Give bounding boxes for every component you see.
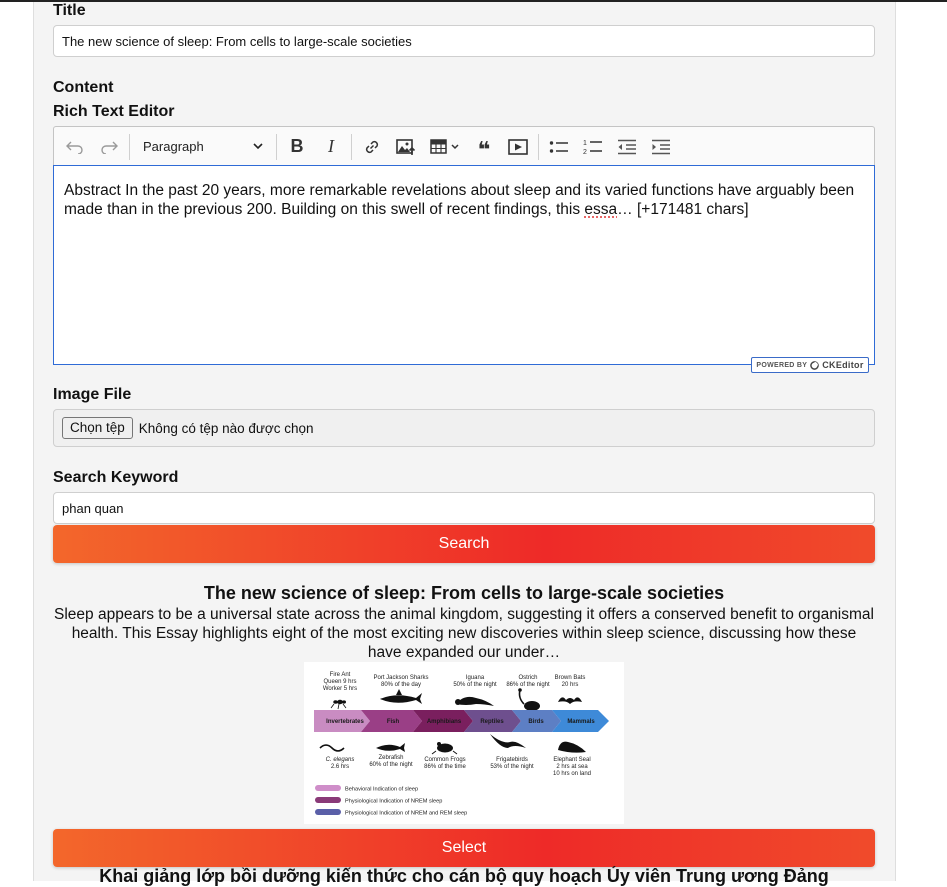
- search-keyword-label: Search Keyword: [53, 469, 179, 486]
- redo-icon[interactable]: [94, 132, 124, 162]
- sleep-evolution-figure: Fire Ant Queen 9 hrs Worker 5 hrs Port Jac…: [314, 672, 609, 817]
- ant-icon: [330, 699, 347, 710]
- image-file-input: Chọn tệp Không có tệp nào được chọn: [53, 409, 875, 447]
- arrow-label-birds: Birds: [528, 719, 544, 725]
- search-keyword-input[interactable]: phan quan: [53, 492, 875, 524]
- blockquote-icon[interactable]: ❝: [469, 132, 499, 162]
- bottom-label-c-elegans: C. elegans 2.6 hrs: [326, 757, 355, 770]
- file-status-text: Không có tệp nào được chọn: [138, 420, 314, 436]
- figure-legend: Behavioral Indication of sleep Physiolog…: [315, 785, 467, 817]
- ckeditor-brand-text: CKEditor: [822, 360, 864, 370]
- top-label-fire-ant: Fire Ant Queen 9 hrs Worker 5 hrs: [323, 672, 357, 692]
- ckeditor-powered-by-badge[interactable]: POWERED BY CKEditor: [751, 357, 869, 373]
- bottom-label-elephant-seal: Elephant Seal 2 hrs at sea 10 hrs on land: [553, 757, 591, 777]
- top-label-shark: Port Jackson Sharks 80% of the day: [373, 675, 428, 688]
- paragraph-format-select[interactable]: Paragraph: [135, 132, 271, 162]
- toolbar-separator: [276, 133, 277, 160]
- bulleted-list-icon[interactable]: [544, 132, 574, 162]
- iguana-icon: [455, 696, 494, 706]
- toolbar-separator: [538, 133, 539, 160]
- svg-text:1: 1: [583, 140, 587, 147]
- ckeditor-logo-icon: [810, 360, 820, 370]
- svg-text:2: 2: [583, 149, 587, 156]
- elephant-seal-icon: [558, 741, 586, 753]
- bat-icon: [558, 697, 582, 704]
- frigatebird-icon: [490, 734, 526, 748]
- title-input[interactable]: The new science of sleep: From cells to …: [53, 25, 875, 57]
- indent-icon[interactable]: [646, 132, 676, 162]
- powered-by-text: POWERED BY: [756, 361, 808, 369]
- bold-icon[interactable]: B: [282, 132, 312, 162]
- spell-check-word: essa: [584, 201, 618, 218]
- link-icon[interactable]: [357, 132, 387, 162]
- top-label-ostrich: Ostrich 86% of the night: [506, 675, 550, 688]
- arrow-label-mammals: Mammals: [567, 719, 595, 725]
- chevron-down-icon: [253, 143, 263, 150]
- legend-swatch-nrem: [315, 797, 341, 803]
- arrow-label-invertebrates: Invertebrates: [326, 719, 364, 725]
- legend-swatch-nrem-rem: [315, 809, 341, 815]
- shark-icon: [380, 689, 422, 704]
- bottom-label-frogs: Common Frogs 86% of the time: [424, 757, 466, 770]
- numbered-list-icon[interactable]: 12: [578, 132, 608, 162]
- paragraph-format-label: Paragraph: [143, 139, 204, 154]
- toolbar-separator: [129, 133, 130, 160]
- italic-icon[interactable]: I: [316, 132, 346, 162]
- arrow-label-fish: Fish: [387, 719, 400, 725]
- legend-label-behavioral: Behavioral Indication of sleep: [345, 787, 418, 793]
- search-button[interactable]: Search: [53, 525, 875, 563]
- arrow-label-reptiles: Reptiles: [480, 719, 504, 725]
- arrow-label-amphibians: Amphibians: [427, 719, 462, 725]
- rich-text-editable-area[interactable]: Abstract In the past 20 years, more rema…: [53, 165, 875, 365]
- bottom-label-zebrafish: Zebrafish 60% of the night: [369, 755, 413, 768]
- worm-icon: [319, 744, 345, 752]
- bottom-label-frigatebirds: Frigatebirds 53% of the night: [490, 757, 534, 770]
- legend-label-nrem-rem: Physiological Indication of NREM and REM…: [345, 811, 467, 817]
- zebrafish-icon: [376, 743, 405, 752]
- image-upload-icon[interactable]: [391, 132, 421, 162]
- top-label-bats: Brown Bats 20 hrs: [555, 675, 586, 688]
- table-icon[interactable]: [425, 132, 465, 162]
- undo-icon[interactable]: [60, 132, 90, 162]
- legend-swatch-behavioral: [315, 785, 341, 791]
- image-file-label: Image File: [53, 386, 132, 403]
- choose-file-button[interactable]: Chọn tệp: [62, 417, 133, 439]
- legend-label-nrem: Physiological Indication of NREM sleep: [345, 799, 442, 805]
- toolbar-separator: [351, 133, 352, 160]
- outdent-icon[interactable]: [612, 132, 642, 162]
- frog-icon: [431, 742, 458, 755]
- ostrich-icon: [518, 688, 540, 711]
- media-embed-icon[interactable]: [503, 132, 533, 162]
- select-button[interactable]: Select: [53, 829, 875, 867]
- title-label: Title: [53, 2, 86, 19]
- editor-text-after: … [+171481 chars]: [617, 201, 749, 218]
- result-image: Fire Ant Queen 9 hrs Worker 5 hrs Port Jac…: [304, 662, 624, 824]
- rich-text-editor-label: Rich Text Editor: [53, 103, 175, 120]
- content-label: Content: [53, 79, 114, 96]
- top-label-iguana: Iguana 50% of the night: [453, 675, 497, 688]
- editor-toolbar: Paragraph B I ❝ 12: [53, 126, 875, 166]
- result-title: Khai giảng lớp bồi dưỡng kiến thức cho c…: [99, 866, 829, 886]
- result-title: The new science of sleep: From cells to …: [203, 583, 725, 603]
- result-description: Sleep appears to be a universal state ac…: [54, 606, 874, 661]
